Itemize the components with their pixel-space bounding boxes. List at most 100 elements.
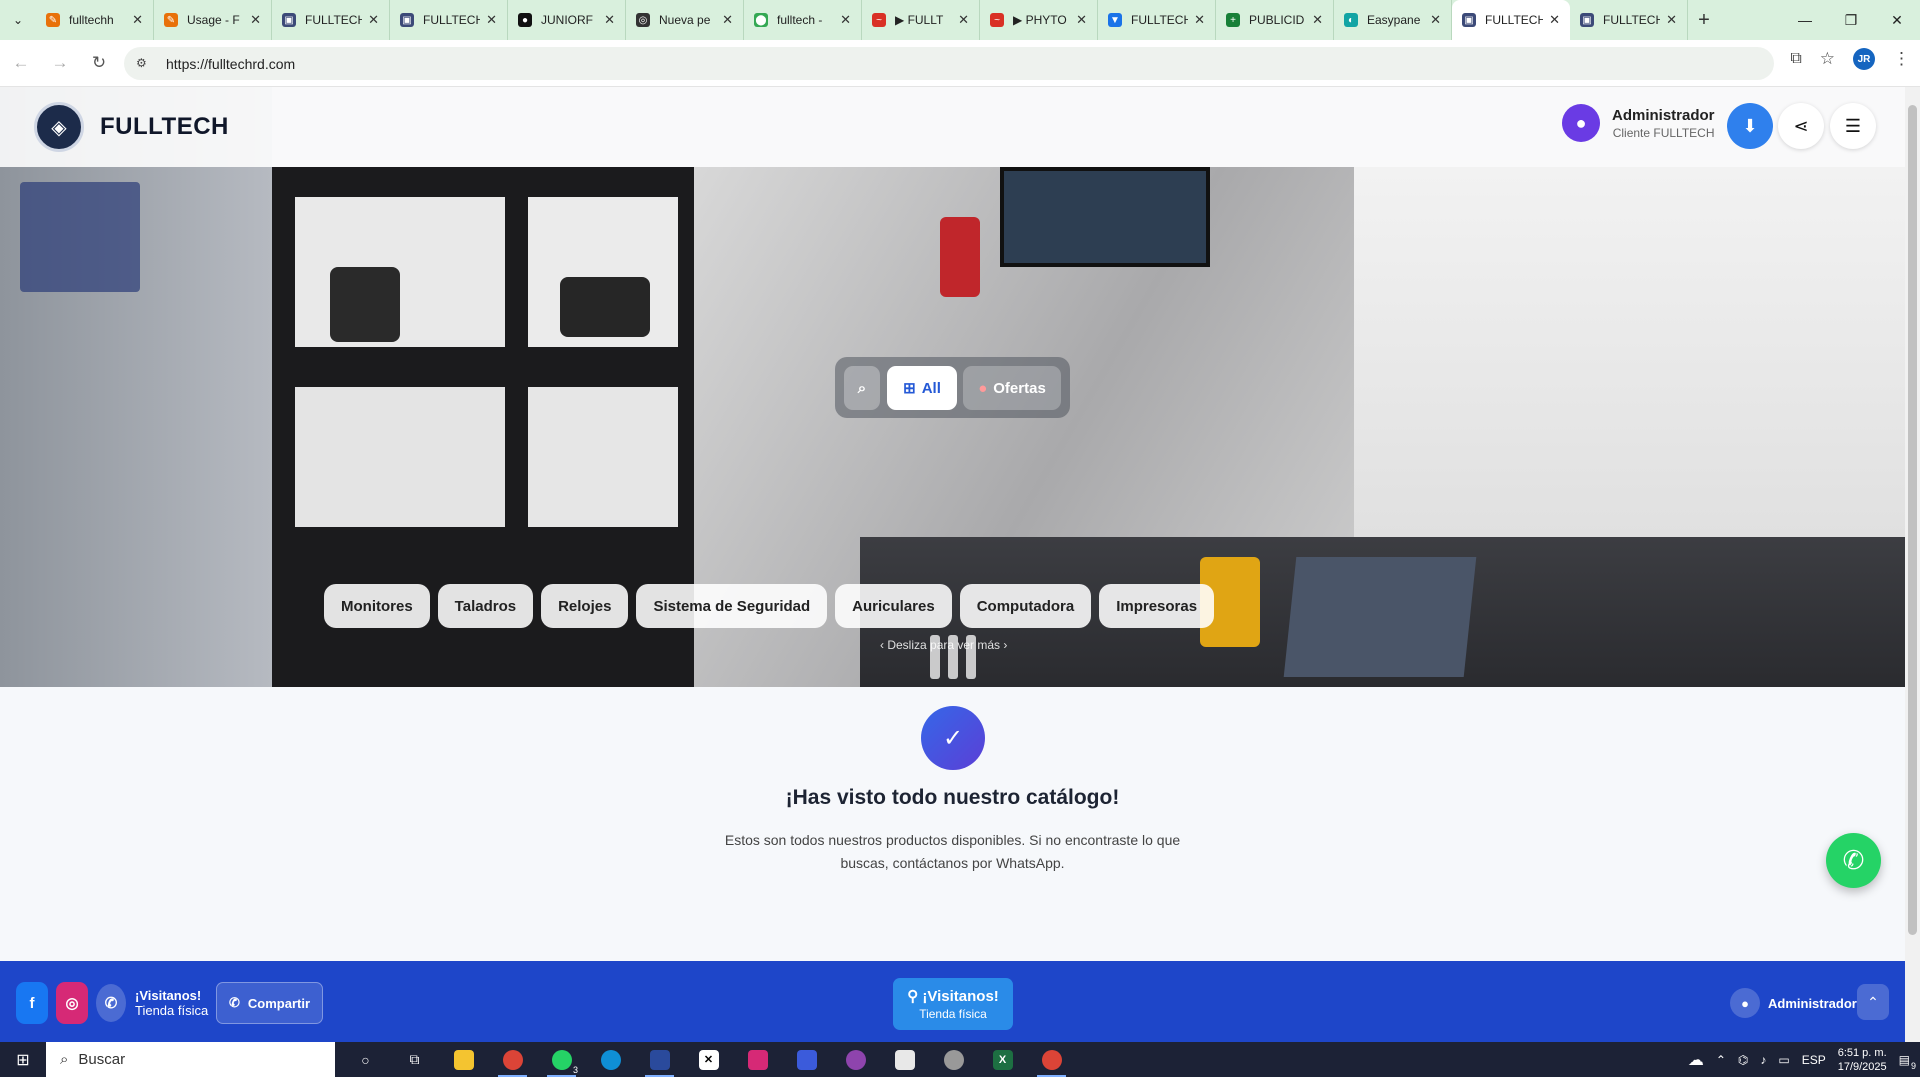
facebook-button[interactable]: f (16, 982, 48, 1024)
install-app-icon[interactable]: ⧉ (1790, 50, 1801, 68)
tab-close-icon[interactable]: ✕ (368, 12, 379, 28)
footer-visit[interactable]: ¡Visitanos! Tienda física (135, 988, 208, 1018)
category-chip[interactable]: Auriculares (835, 584, 952, 628)
browser-menu-icon[interactable]: ⋮ (1893, 49, 1910, 69)
tab-close-icon[interactable]: ✕ (486, 12, 497, 28)
tab-close-icon[interactable]: ✕ (1430, 12, 1441, 28)
scrollbar-thumb[interactable] (1908, 105, 1917, 935)
site-info-icon[interactable]: ⚙ (136, 56, 152, 72)
capcut-button[interactable]: ✕ (684, 1042, 733, 1077)
filter-offers-button[interactable]: ● Ofertas (963, 366, 1061, 410)
header-user[interactable]: ● Administrador Cliente FULLTECH (1562, 104, 1715, 142)
taskbar-search[interactable]: ⌕ Buscar (46, 1042, 335, 1077)
tab-close-icon[interactable]: ✕ (1076, 12, 1087, 28)
browser-tab[interactable]: ▣ FULLTECH ✕ (390, 0, 508, 40)
chrome-button[interactable] (488, 1042, 537, 1077)
page-scrollbar[interactable] (1905, 87, 1920, 1042)
reload-button[interactable]: ↻ (81, 45, 117, 81)
browser-tab[interactable]: ▣ FULLTECH ✕ (1570, 0, 1688, 40)
tab-search-dropdown[interactable]: ⌄ (0, 0, 36, 40)
browser-tab[interactable]: ● JUNIORF ✕ (508, 0, 626, 40)
browser-tab[interactable]: ✎ Usage - F ✕ (154, 0, 272, 40)
category-chip[interactable]: Relojes (541, 584, 629, 628)
browser-button[interactable] (831, 1042, 880, 1077)
weather-icon[interactable]: ☁ (1688, 1050, 1704, 1070)
tab-close-icon[interactable]: ✕ (840, 12, 851, 28)
hamburger-menu-button[interactable]: ☰ (1830, 103, 1876, 149)
whatsapp-footer-button[interactable]: ✆ (96, 984, 126, 1022)
share-button[interactable]: ⋖ (1778, 103, 1824, 149)
minimize-button[interactable]: — (1782, 0, 1828, 40)
restore-button[interactable]: ❐ (1828, 0, 1874, 40)
cortana-button[interactable]: ○ (341, 1042, 390, 1077)
volume-icon[interactable]: ♪ (1760, 1053, 1766, 1067)
settings-button[interactable] (929, 1042, 978, 1077)
browser-tab[interactable]: ◐ Easypane ✕ (1334, 0, 1452, 40)
excel-button[interactable]: X (978, 1042, 1027, 1077)
new-tab-button[interactable]: + (1688, 0, 1720, 40)
footer-user[interactable]: ● Administrador (1730, 988, 1857, 1018)
category-chip[interactable]: Computadora (959, 584, 1092, 628)
whatsapp-float-button[interactable]: ✆ (1826, 833, 1881, 888)
display-icon[interactable]: ▭ (1778, 1053, 1789, 1067)
browser-tab[interactable]: ▼ FULLTECH ✕ (1098, 0, 1216, 40)
profile-avatar[interactable]: JR (1853, 48, 1875, 70)
tab-close-icon[interactable]: ✕ (1666, 12, 1677, 28)
network-icon[interactable]: ⌬ (1738, 1053, 1748, 1067)
browser-tab[interactable]: ◎ Nueva pe ✕ (626, 0, 744, 40)
language-indicator[interactable]: ESP (1802, 1053, 1826, 1067)
hero-photo-left-wall (0, 87, 272, 687)
browser-tab[interactable]: ⬤ fulltech - ✕ (744, 0, 862, 40)
browser-tab[interactable]: ▣ FULLTECH ✕ (272, 0, 390, 40)
edge-icon (600, 1049, 621, 1070)
tab-close-icon[interactable]: ✕ (722, 12, 733, 28)
download-button[interactable]: ⬇ (1727, 103, 1773, 149)
browser-tab[interactable]: ~ ▶ FULLT ✕ (862, 0, 980, 40)
url-field[interactable]: ⚙ https://fulltechrd.com (124, 47, 1774, 80)
chrome-profile-button[interactable] (1027, 1042, 1076, 1077)
footer-visit-store-button[interactable]: ⚲ ¡Visitanos! Tienda física (893, 978, 1013, 1030)
instagram-taskbar-button[interactable] (733, 1042, 782, 1077)
category-chip[interactable]: Monitores (324, 584, 430, 628)
tab-close-icon[interactable]: ✕ (1312, 12, 1323, 28)
browser-tab[interactable]: + PUBLICID ✕ (1216, 0, 1334, 40)
whatsapp-taskbar-button[interactable]: 3 (537, 1042, 586, 1077)
close-window-button[interactable]: ✕ (1874, 0, 1920, 40)
tab-close-icon[interactable]: ✕ (250, 12, 261, 28)
chevron-up-icon[interactable]: ⌃ (1716, 1053, 1726, 1067)
whatsapp-icon: ✆ (228, 995, 240, 1010)
notifications-icon[interactable]: ▤ 9 (1899, 1053, 1916, 1071)
category-chip[interactable]: Impresoras (1099, 584, 1215, 628)
footer-share-button[interactable]: ✆ Compartir (216, 982, 323, 1024)
tab-close-icon[interactable]: ✕ (958, 12, 969, 28)
tab-close-icon[interactable]: ✕ (132, 12, 143, 28)
app-button[interactable] (635, 1042, 684, 1077)
browser-tab[interactable]: ✎ fulltechh ✕ (36, 0, 154, 40)
bookmark-star-icon[interactable]: ☆ (1820, 49, 1835, 69)
search-button[interactable]: ⌕ (844, 366, 880, 410)
scroll-top-button[interactable]: ⌃ (1857, 984, 1889, 1020)
filter-all-label: All (921, 379, 941, 397)
clock[interactable]: 6:51 p. m. 17/9/2025 (1838, 1046, 1887, 1074)
filter-all-button[interactable]: ⊞ All (887, 366, 957, 410)
user-icon: ● (1730, 988, 1760, 1018)
tab-close-icon[interactable]: ✕ (604, 12, 615, 28)
tab-title: ▶ PHYTO (1013, 13, 1067, 27)
edge-button[interactable] (586, 1042, 635, 1077)
windows-start-button[interactable]: ⊞ (0, 1042, 46, 1077)
anydesk-button[interactable] (782, 1042, 831, 1077)
tab-close-icon[interactable]: ✕ (1549, 12, 1560, 28)
task-view-button[interactable]: ⧉ (390, 1042, 439, 1077)
file-explorer-button[interactable] (439, 1042, 488, 1077)
notepad-button[interactable] (880, 1042, 929, 1077)
brand-name[interactable]: FULLTECH (100, 113, 229, 141)
browser-tab[interactable]: ~ ▶ PHYTO ✕ (980, 0, 1098, 40)
forward-button[interactable]: → (42, 45, 78, 81)
category-chip[interactable]: Taladros (437, 584, 534, 628)
tab-close-icon[interactable]: ✕ (1194, 12, 1205, 28)
back-button[interactable]: ← (3, 45, 39, 81)
browser-tab[interactable]: ▣ FULLTECH ✕ (1452, 0, 1570, 40)
category-chip[interactable]: Sistema de Seguridad (636, 584, 828, 628)
instagram-button[interactable]: ◎ (56, 982, 88, 1024)
brand-logo[interactable]: ◈ (34, 102, 84, 152)
